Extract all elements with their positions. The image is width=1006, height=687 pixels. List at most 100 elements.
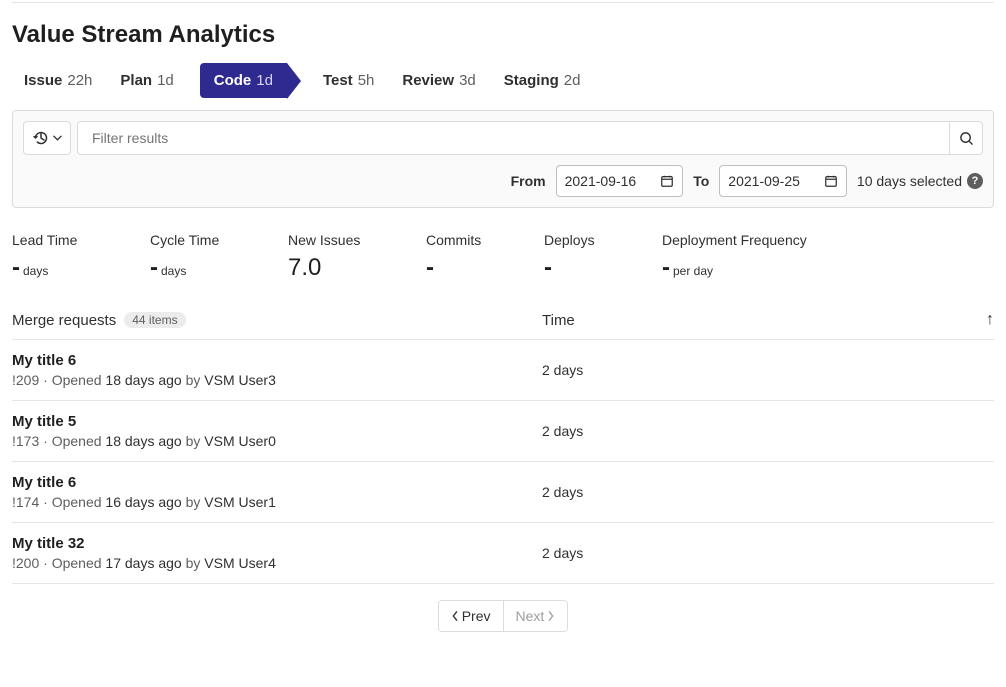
mr-age: 18 days ago xyxy=(105,372,181,388)
metric-value: - xyxy=(12,254,20,282)
from-date-input[interactable]: 2021-09-16 xyxy=(556,165,684,197)
chevron-left-icon xyxy=(451,611,459,621)
search-button[interactable] xyxy=(949,121,983,155)
metric-value: - xyxy=(544,254,552,282)
mr-age: 17 days ago xyxy=(105,555,181,571)
stage-staging[interactable]: Staging 2d xyxy=(502,66,583,95)
mr-author: VSM User4 xyxy=(204,555,276,571)
metric-value: 7.0 xyxy=(288,254,321,282)
prev-button[interactable]: Prev xyxy=(439,601,503,631)
mr-author: VSM User0 xyxy=(204,433,276,449)
to-label: To xyxy=(693,173,709,189)
mr-by: by xyxy=(186,555,201,571)
to-date-input[interactable]: 2021-09-25 xyxy=(719,165,847,197)
help-icon[interactable]: ? xyxy=(967,173,983,189)
calendar-icon xyxy=(660,174,674,188)
mr-by: by xyxy=(186,372,201,388)
recent-searches-button[interactable] xyxy=(23,121,71,155)
mr-id: !209 xyxy=(12,372,39,388)
stage-label: Issue xyxy=(24,72,62,89)
from-date-value: 2021-09-16 xyxy=(565,173,637,189)
stage-label: Code xyxy=(214,72,252,89)
stage-bar: Issue 22h Plan 1d Code 1d Test 5h Review… xyxy=(12,63,994,98)
next-label: Next xyxy=(516,608,545,624)
metrics-row: Lead Time -days Cycle Time -days New Iss… xyxy=(12,208,994,301)
stage-code[interactable]: Code 1d xyxy=(200,63,287,98)
metric-label: Cycle Time xyxy=(150,232,240,248)
metric-label: Lead Time xyxy=(12,232,102,248)
mr-id: !200 xyxy=(12,555,39,571)
stage-label: Test xyxy=(323,72,353,89)
stage-label: Review xyxy=(402,72,454,89)
prev-label: Prev xyxy=(462,608,491,624)
metric-cycle-time: Cycle Time -days xyxy=(150,232,240,282)
mr-id: !173 xyxy=(12,433,39,449)
mr-by: by xyxy=(186,494,201,510)
filter-bar: From 2021-09-16 To 2021-09-25 10 days se… xyxy=(12,110,994,208)
table-row[interactable]: My title 6!209 · Opened 18 days ago by V… xyxy=(12,340,994,401)
metric-label: Deploys xyxy=(544,232,614,248)
mr-by: by xyxy=(186,433,201,449)
metric-label: New Issues xyxy=(288,232,378,248)
metric-new-issues: New Issues 7.0 xyxy=(288,232,378,282)
table-row[interactable]: My title 5 !173 · Opened 18 days ago by V… xyxy=(12,401,994,462)
chevron-right-icon xyxy=(547,611,555,621)
mr-title: My title 32 xyxy=(12,535,542,552)
mr-opened: Opened xyxy=(52,555,102,571)
mr-meta: !173 · Opened 18 days ago by VSM User0 xyxy=(12,433,542,449)
stage-duration: 1d xyxy=(157,72,174,89)
table-heading: Merge requests xyxy=(12,312,116,329)
metric-value: - xyxy=(662,254,670,282)
mr-author: VSM User1 xyxy=(204,494,276,510)
mr-age: 18 days ago xyxy=(105,433,181,449)
mr-opened: Opened xyxy=(52,372,102,388)
table-row[interactable]: My title 6!174 · Opened 16 days ago by V… xyxy=(12,462,994,523)
metric-unit: days xyxy=(23,264,48,278)
metric-unit: per day xyxy=(673,264,713,278)
metric-value: - xyxy=(150,254,158,282)
chevron-down-icon xyxy=(53,135,62,141)
mr-opened: Opened xyxy=(52,494,102,510)
stage-issue[interactable]: Issue 22h xyxy=(22,66,94,95)
time-column-header[interactable]: Time xyxy=(542,312,974,329)
stage-duration: 3d xyxy=(459,72,476,89)
sort-button[interactable]: ↑ xyxy=(974,311,994,329)
metric-value: - xyxy=(426,254,434,282)
metric-label: Commits xyxy=(426,232,496,248)
mr-title: My title 5 xyxy=(12,413,542,430)
from-label: From xyxy=(511,173,546,189)
stage-label: Staging xyxy=(504,72,559,89)
pagination: Prev Next xyxy=(12,584,994,662)
days-selected-text: 10 days selected xyxy=(857,173,962,189)
mr-time: 2 days xyxy=(542,545,994,561)
metric-deployment-frequency: Deployment Frequency -per day xyxy=(662,232,807,282)
stage-duration: 5h xyxy=(358,72,375,89)
metric-deploys: Deploys - xyxy=(544,232,614,282)
stage-duration: 1d xyxy=(256,72,273,89)
to-date-value: 2021-09-25 xyxy=(728,173,800,189)
mr-meta: !200 · Opened 17 days ago by VSM User4 xyxy=(12,555,542,571)
table-header: Merge requests 44 items Time ↑ xyxy=(12,301,994,340)
history-icon xyxy=(33,130,49,146)
stage-review[interactable]: Review 3d xyxy=(400,66,477,95)
filter-input[interactable] xyxy=(77,121,949,155)
next-button[interactable]: Next xyxy=(503,601,568,631)
search-icon xyxy=(959,131,974,146)
mr-author: VSM User3 xyxy=(204,372,276,388)
mr-opened: Opened xyxy=(52,433,102,449)
count-badge: 44 items xyxy=(124,312,185,328)
metric-label: Deployment Frequency xyxy=(662,232,807,248)
stage-plan[interactable]: Plan 1d xyxy=(118,66,175,95)
page-title: Value Stream Analytics xyxy=(12,21,994,49)
mr-time: 2 days xyxy=(542,484,994,500)
metric-commits: Commits - xyxy=(426,232,496,282)
stage-duration: 22h xyxy=(67,72,92,89)
table-row[interactable]: My title 32 !200 · Opened 17 days ago by … xyxy=(12,523,994,584)
metric-unit: days xyxy=(161,264,186,278)
calendar-icon xyxy=(824,174,838,188)
stage-test[interactable]: Test 5h xyxy=(321,66,376,95)
mr-meta: !174 · Opened 16 days ago by VSM User1 xyxy=(12,494,542,510)
mr-time: 2 days xyxy=(542,423,994,439)
metric-lead-time: Lead Time -days xyxy=(12,232,102,282)
mr-id: !174 xyxy=(12,494,39,510)
